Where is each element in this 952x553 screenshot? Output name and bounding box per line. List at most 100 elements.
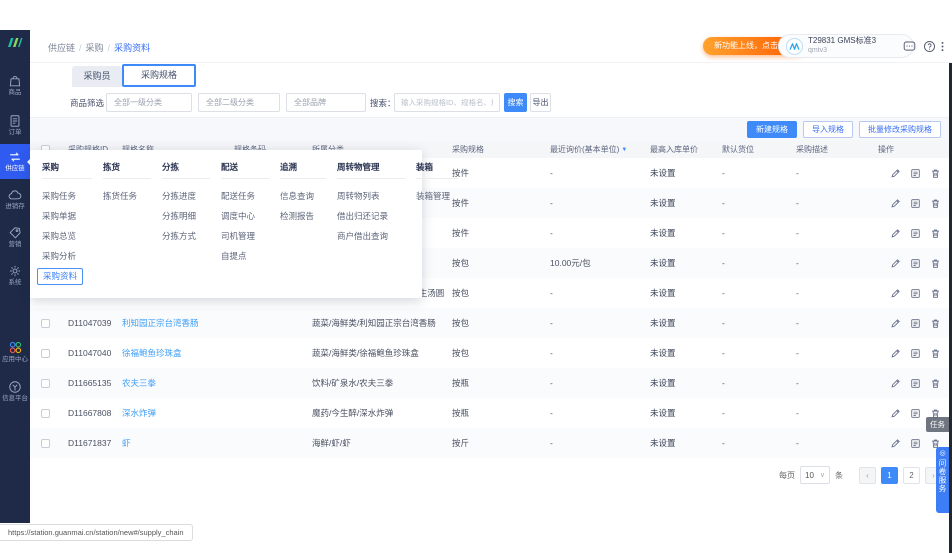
guanmai-logo-icon[interactable] xyxy=(0,36,30,51)
nav-menu-item-采购资料[interactable]: 采购资料 xyxy=(42,266,92,286)
row-actions-cell xyxy=(870,378,949,389)
edit-icon[interactable] xyxy=(890,198,901,209)
default-slot-cell: - xyxy=(714,288,788,298)
nav-menu-item-分拣方式[interactable]: 分拣方式 xyxy=(162,226,210,246)
nav-menu-item-自提点[interactable]: 自提点 xyxy=(221,246,269,266)
user-texts: T29831 GMS标准3 qmtv3 xyxy=(808,36,876,56)
delete-icon[interactable] xyxy=(930,198,941,209)
new-spec-button[interactable]: 新建规格 xyxy=(747,121,797,138)
edit-icon[interactable] xyxy=(890,378,901,389)
edit-icon[interactable] xyxy=(890,228,901,239)
record-icon[interactable] xyxy=(910,378,921,389)
sidebar-item-信息平台[interactable]: 信息平台 xyxy=(0,380,30,403)
breadcrumb-item[interactable]: 采购资料 xyxy=(114,43,150,53)
spec-name-cell: 利知园正宗台湾香肠 xyxy=(114,317,226,329)
search-input[interactable] xyxy=(394,93,500,112)
user-account: qmtv3 xyxy=(808,46,876,56)
edit-icon[interactable] xyxy=(890,408,901,419)
record-icon[interactable] xyxy=(910,348,921,359)
prev-page-button[interactable]: ‹ xyxy=(859,467,876,484)
nav-menu-item-采购单据[interactable]: 采购单据 xyxy=(42,206,92,226)
search-button[interactable]: 搜索 xyxy=(504,93,527,112)
record-icon[interactable] xyxy=(910,168,921,179)
record-icon[interactable] xyxy=(910,438,921,449)
spec-name-link[interactable]: 利知园正宗台湾香肠 xyxy=(122,318,199,328)
nav-menu-item-采购任务[interactable]: 采购任务 xyxy=(42,186,92,206)
sidebar-item-进销存[interactable]: 进销存 xyxy=(0,188,30,211)
spec-name-link[interactable]: 深水炸弹 xyxy=(122,408,156,418)
edit-icon[interactable] xyxy=(890,168,901,179)
page-button-2[interactable]: 2 xyxy=(903,467,920,484)
delete-icon[interactable] xyxy=(930,258,941,269)
tab-采购员[interactable]: 采购员 xyxy=(72,66,122,87)
sidebar-item-应用中心[interactable]: 应用中心 xyxy=(0,340,30,364)
delete-icon[interactable] xyxy=(930,228,941,239)
category-select-2[interactable]: 全部二级分类 xyxy=(198,93,280,112)
sidebar-item-系统[interactable]: 系统 xyxy=(0,264,30,287)
delete-icon[interactable] xyxy=(930,168,941,179)
delete-icon[interactable] xyxy=(930,318,941,329)
delete-icon[interactable] xyxy=(930,348,941,359)
tab-采购规格[interactable]: 采购规格 xyxy=(122,64,196,87)
avatar xyxy=(786,38,803,55)
spec-name-link[interactable]: 徐福鲍鱼珍珠盒 xyxy=(122,348,182,358)
per-page-select[interactable]: 10 ∨ xyxy=(800,466,830,484)
nav-menu-item-分拣进度[interactable]: 分拣进度 xyxy=(162,186,210,206)
sidebar-item-供应链[interactable]: 供应链 xyxy=(0,144,30,179)
spec-name-link[interactable]: 农夫三拳 xyxy=(122,378,156,388)
category-select-1[interactable]: 全部一级分类 xyxy=(106,93,192,112)
batch-edit-button[interactable]: 批量修改采购规格 xyxy=(859,121,941,138)
nav-menu-item-周转物列表[interactable]: 周转物列表 xyxy=(337,186,405,206)
more-icon[interactable] xyxy=(935,40,949,54)
row-checkbox[interactable] xyxy=(41,409,50,418)
record-icon[interactable] xyxy=(910,228,921,239)
record-icon[interactable] xyxy=(910,318,921,329)
nav-menu-item-检测报告[interactable]: 检测报告 xyxy=(280,206,326,226)
sidebar-item-商品[interactable]: 商品 xyxy=(0,74,30,97)
breadcrumb-item[interactable]: 采购 xyxy=(86,43,104,53)
row-actions-cell xyxy=(870,228,949,239)
nav-menu-item-调度中心[interactable]: 调度中心 xyxy=(221,206,269,226)
nav-menu-item-拣货任务[interactable]: 拣货任务 xyxy=(103,186,151,206)
nav-menu-item-采购分析[interactable]: 采购分析 xyxy=(42,246,92,266)
row-checkbox[interactable] xyxy=(41,379,50,388)
nav-menu-item-配送任务[interactable]: 配送任务 xyxy=(221,186,269,206)
sidebar-item-订单[interactable]: 订单 xyxy=(0,114,30,137)
nav-menu-item-分拣明细[interactable]: 分拣明细 xyxy=(162,206,210,226)
nav-menu-item-司机管理[interactable]: 司机管理 xyxy=(221,226,269,246)
nav-menu-item-商户借出查询[interactable]: 商户借出查询 xyxy=(337,226,405,246)
sidebar-item-label: 系统 xyxy=(1,279,29,286)
row-checkbox[interactable] xyxy=(41,439,50,448)
edit-icon[interactable] xyxy=(890,318,901,329)
delete-icon[interactable] xyxy=(930,288,941,299)
record-icon[interactable] xyxy=(910,288,921,299)
record-icon[interactable] xyxy=(910,258,921,269)
page-button-1[interactable]: 1 xyxy=(881,467,898,484)
record-icon[interactable] xyxy=(910,408,921,419)
service-float-tab[interactable]: ◎ 问卷服务 xyxy=(936,447,949,513)
export-button[interactable]: 导出 xyxy=(530,93,551,112)
edit-icon[interactable] xyxy=(890,438,901,449)
row-checkbox[interactable] xyxy=(41,319,50,328)
table-row: D11047039利知园正宗台湾香肠蔬菜/海鲜类/利知园正宗台湾香肠按包-未设置… xyxy=(30,308,949,338)
row-checkbox[interactable] xyxy=(41,349,50,358)
edit-icon[interactable] xyxy=(890,258,901,269)
user-menu[interactable]: T29831 GMS标准3 qmtv3 xyxy=(778,34,914,58)
nav-menu-item-装箱管理[interactable]: 装箱管理 xyxy=(416,186,458,206)
nav-menu-item-采购总览[interactable]: 采购总览 xyxy=(42,226,92,246)
edit-icon[interactable] xyxy=(890,288,901,299)
edit-icon[interactable] xyxy=(890,348,901,359)
nav-menu-item-借出归还记录[interactable]: 借出归还记录 xyxy=(337,206,405,226)
help-icon[interactable] xyxy=(922,40,936,54)
nav-menu-item-信息查询[interactable]: 信息查询 xyxy=(280,186,326,206)
import-spec-button[interactable]: 导入规格 xyxy=(803,121,853,138)
sidebar-item-营销[interactable]: 营销 xyxy=(0,226,30,249)
delete-icon[interactable] xyxy=(930,378,941,389)
sort-desc-icon[interactable]: ▼ xyxy=(621,147,627,153)
category-select-3[interactable]: 全部品牌 xyxy=(286,93,366,112)
spec-name-link[interactable]: 虾 xyxy=(122,438,131,448)
record-icon[interactable] xyxy=(910,198,921,209)
task-float-tab[interactable]: 任务 xyxy=(926,417,949,432)
message-icon[interactable] xyxy=(902,40,916,54)
breadcrumb-item[interactable]: 供应链 xyxy=(48,43,75,53)
